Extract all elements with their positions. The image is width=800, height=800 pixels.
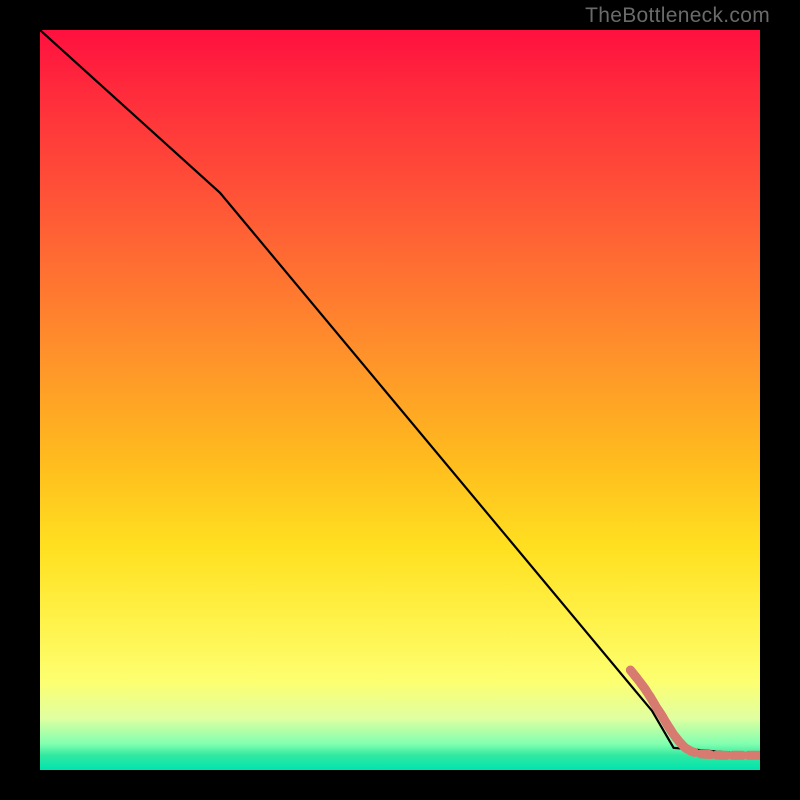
chart-frame: TheBottleneck.com	[0, 0, 800, 800]
chart-overlay	[40, 30, 760, 770]
dotted-tail	[630, 670, 760, 760]
watermark-text: TheBottleneck.com	[585, 4, 770, 28]
main-curve	[40, 30, 760, 755]
